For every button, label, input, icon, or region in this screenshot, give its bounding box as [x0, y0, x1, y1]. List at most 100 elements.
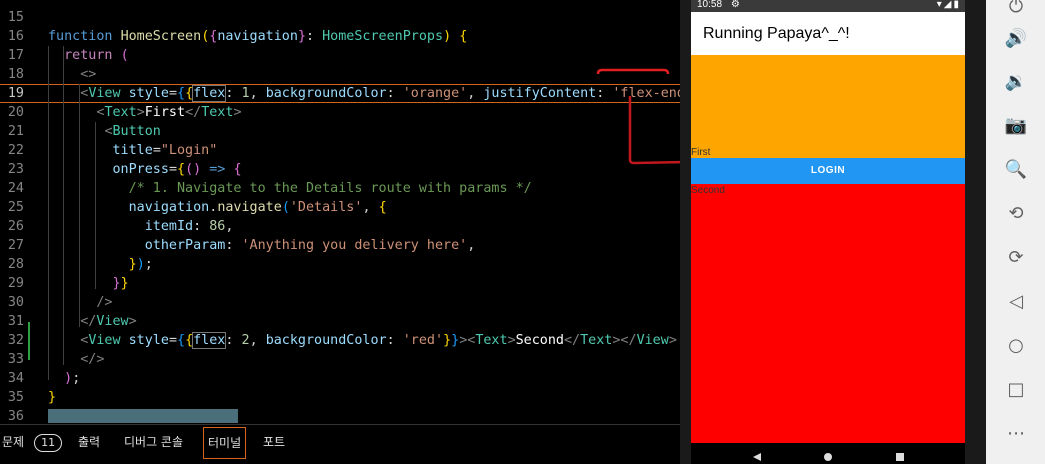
top-view: First — [691, 55, 965, 158]
line-number: 22 — [7, 143, 24, 158]
app-header: Running Papaya^_^! — [691, 12, 965, 55]
line-number: 35 — [7, 390, 24, 405]
tab-problems[interactable]: 문제 11 — [0, 425, 66, 464]
line-code[interactable]: ); — [48, 369, 80, 388]
code-line[interactable]: 28 }); — [0, 255, 680, 274]
app-title: Running Papaya^_^! — [703, 25, 850, 42]
code-line[interactable]: 31 </View> — [0, 312, 680, 331]
line-number: 34 — [7, 371, 24, 386]
line-code[interactable]: otherParam: 'Anything you delivery here'… — [48, 236, 476, 255]
code-editor[interactable]: 15 16 function HomeScreen({navigation}: Ho… — [0, 0, 680, 424]
back-icon[interactable]: ◁ — [1004, 289, 1028, 313]
device-screen[interactable]: 10:58 ⚙ ▾◢▮ Running Papaya^_^! First LOG… — [691, 0, 965, 464]
line-code[interactable]: title="Login" — [48, 141, 218, 160]
line-number: 33 — [7, 352, 24, 367]
bottom-view: Second — [691, 184, 965, 443]
line-code[interactable]: </View> — [48, 312, 136, 331]
line-number: 20 — [7, 105, 24, 120]
indent-guide — [95, 122, 96, 289]
device-nav-bar — [691, 443, 965, 464]
code-line[interactable]: 17 return ( — [0, 46, 680, 65]
volume-down-icon[interactable]: 🔉 — [1004, 69, 1028, 93]
power-icon[interactable]: ⏻ — [1004, 0, 1028, 18]
tab-terminal[interactable]: 터미널 — [203, 427, 247, 459]
code-line[interactable]: 32 <View style={{flex: 2, backgroundColo… — [0, 331, 680, 350]
line-number: 32 — [7, 333, 24, 348]
line-code[interactable]: <View style={{flex: 2, backgroundColor: … — [48, 331, 677, 350]
nav-back-icon[interactable] — [753, 453, 761, 461]
scrollbar-thumb[interactable] — [48, 409, 238, 423]
line-number: 31 — [7, 314, 24, 329]
indent-guide — [48, 46, 49, 380]
line-code[interactable]: navigation.navigate('Details', { — [48, 198, 387, 217]
line-code[interactable]: itemId: 86, — [48, 217, 234, 236]
code-line[interactable]: 20 <Text>First</Text> — [0, 103, 680, 122]
more-icon[interactable]: ⋯ — [1004, 421, 1028, 445]
line-code[interactable]: <Text>First</Text> — [48, 103, 241, 122]
tab-output[interactable]: 출력 — [74, 425, 104, 464]
code-line[interactable]: 29 }} — [0, 274, 680, 293]
status-icons: ▾◢▮ — [936, 0, 961, 10]
camera-icon[interactable]: 📷 — [1004, 113, 1028, 137]
code-line[interactable]: 24 /* 1. Navigate to the Details route w… — [0, 179, 680, 198]
code-line[interactable]: 27 otherParam: 'Anything you delivery he… — [0, 236, 680, 255]
line-number: 26 — [7, 219, 24, 234]
line-number: 16 — [7, 29, 24, 44]
nav-recents-icon[interactable] — [896, 453, 904, 461]
zoom-icon[interactable]: 🔍 — [1004, 157, 1028, 181]
rotate-left-icon[interactable]: ⟲ — [1004, 201, 1028, 225]
code-line[interactable]: 18 <> — [0, 65, 680, 84]
line-code[interactable]: <Button — [48, 122, 160, 141]
line-code[interactable]: </> — [48, 350, 104, 369]
git-change-marker — [28, 322, 30, 360]
line-code[interactable]: /> — [48, 293, 112, 312]
tab-ports[interactable]: 포트 — [259, 425, 289, 464]
rotate-right-icon[interactable]: ⟳ — [1004, 245, 1028, 269]
emulator-frame: 10:58 ⚙ ▾◢▮ Running Papaya^_^! First LOG… — [680, 0, 986, 464]
line-code[interactable]: } — [48, 388, 56, 407]
volume-up-icon[interactable]: 🔊 — [1004, 26, 1028, 50]
second-text: Second — [691, 185, 725, 196]
emulator-toolbar: ⏻ 🔊 🔉 📷 🔍 ⟲ ⟳ ◁ ○ □ ⋯ — [986, 0, 1045, 464]
settings-icon: ⚙ — [730, 0, 740, 10]
code-line[interactable]: 35} — [0, 388, 680, 407]
code-line[interactable]: 30 /> — [0, 293, 680, 312]
overview-icon[interactable]: □ — [1004, 377, 1028, 401]
line-number: 19 — [7, 86, 24, 101]
line-number: 28 — [7, 257, 24, 272]
line-number: 18 — [7, 67, 24, 82]
line-code[interactable]: onPress={() => { — [48, 160, 242, 179]
line-number: 21 — [7, 124, 24, 139]
home-icon[interactable]: ○ — [1004, 333, 1028, 357]
line-code[interactable]: <> — [48, 65, 96, 84]
indent-guide — [79, 84, 80, 327]
code-line[interactable]: 25 navigation.navigate('Details', { — [0, 198, 680, 217]
code-line[interactable]: 16 function HomeScreen({navigation}: Home… — [0, 27, 680, 46]
line-number: 27 — [7, 238, 24, 253]
indent-guide — [63, 46, 64, 365]
line-code[interactable]: return ( — [48, 46, 129, 65]
code-line[interactable]: 33 </> — [0, 350, 680, 369]
code-line[interactable]: 21 <Button — [0, 122, 680, 141]
line-code[interactable]: /* 1. Navigate to the Details route with… — [48, 179, 532, 198]
line-code[interactable]: function HomeScreen({navigation}: HomeSc… — [48, 27, 467, 46]
line-number: 24 — [7, 181, 24, 196]
line-number: 25 — [7, 200, 24, 215]
nav-home-icon[interactable] — [824, 453, 832, 461]
problems-count-badge: 11 — [34, 434, 63, 452]
code-line[interactable]: 26 itemId: 86, — [0, 217, 680, 236]
code-line[interactable]: 23 onPress={() => { — [0, 160, 680, 179]
code-line[interactable]: 19 <View style={{flex: 1, backgroundColo… — [0, 84, 680, 103]
status-bar: 10:58 ⚙ ▾◢▮ — [691, 0, 965, 12]
line-code[interactable]: <View style={{flex: 1, backgroundColor: … — [48, 85, 680, 102]
line-code[interactable]: }} — [48, 274, 129, 293]
code-line[interactable]: 22 title="Login" — [0, 141, 680, 160]
login-button[interactable]: LOGIN — [691, 158, 965, 184]
first-text: First — [691, 147, 711, 158]
line-number: 17 — [7, 48, 24, 63]
code-line[interactable]: 34 ); — [0, 369, 680, 388]
code-line[interactable]: 15 — [0, 8, 680, 27]
line-number: 30 — [7, 295, 24, 310]
tab-debug-console[interactable]: 디버그 콘솔 — [120, 425, 187, 464]
line-number: 15 — [7, 10, 24, 25]
